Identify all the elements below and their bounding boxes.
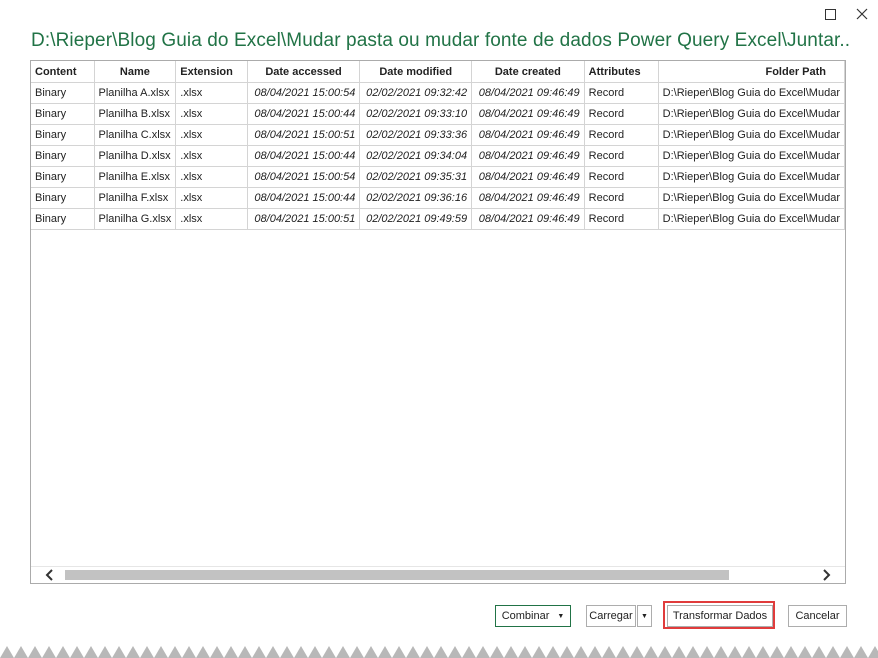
table-body: Binary Planilha A.xlsx .xlsx 08/04/2021 … (31, 82, 845, 230)
cell-extension: .xlsx (175, 166, 248, 188)
table-row[interactable]: Binary Planilha B.xlsx .xlsx 08/04/2021 … (31, 103, 845, 125)
cell-date-created: 08/04/2021 09:46:49 (471, 208, 585, 230)
cell-content: Binary (31, 103, 95, 125)
column-header-folder-path[interactable]: Folder Path (658, 61, 845, 83)
cancelar-button[interactable]: Cancelar (788, 605, 847, 627)
cell-extension: .xlsx (175, 187, 248, 209)
cell-attributes: Record (584, 187, 659, 209)
cell-date-accessed: 08/04/2021 15:00:44 (247, 103, 361, 125)
cell-date-modified: 02/02/2021 09:33:10 (359, 103, 473, 125)
cell-date-accessed: 08/04/2021 15:00:54 (247, 82, 361, 104)
cancelar-label: Cancelar (795, 610, 840, 622)
cell-content: Binary (31, 166, 95, 188)
carregar-label: Carregar (589, 610, 633, 622)
chevron-left-icon[interactable] (35, 567, 65, 583)
caret-down-icon: ▼ (557, 612, 565, 620)
table-row[interactable]: Binary Planilha F.xlsx .xlsx 08/04/2021 … (31, 187, 845, 209)
cell-folder-path: D:\Rieper\Blog Guia do Excel\Mudar (658, 145, 845, 167)
column-header-date-modified[interactable]: Date modified (359, 61, 473, 83)
combinar-button[interactable]: Combinar ▼ (495, 605, 571, 627)
cell-name: Planilha G.xlsx (94, 208, 177, 230)
cell-date-created: 08/04/2021 09:46:49 (471, 166, 585, 188)
transformar-dados-button[interactable]: Transformar Dados (667, 605, 773, 627)
column-header-content[interactable]: Content (31, 61, 95, 83)
cell-date-accessed: 08/04/2021 15:00:44 (247, 145, 361, 167)
cell-date-modified: 02/02/2021 09:34:04 (359, 145, 473, 167)
combinar-label: Combinar (501, 610, 550, 622)
cell-folder-path: D:\Rieper\Blog Guia do Excel\Mudar (658, 103, 845, 125)
cell-date-created: 08/04/2021 09:46:49 (471, 124, 585, 146)
cell-content: Binary (31, 145, 95, 167)
cell-date-accessed: 08/04/2021 15:00:51 (247, 124, 361, 146)
carregar-dropdown-button[interactable]: ▼ (637, 605, 652, 627)
maximize-icon[interactable] (819, 4, 841, 24)
dialog-title: D:\Rieper\Blog Guia do Excel\Mudar pasta… (31, 30, 851, 51)
table-row[interactable]: Binary Planilha D.xlsx .xlsx 08/04/2021 … (31, 145, 845, 167)
cell-extension: .xlsx (175, 103, 248, 125)
cell-date-created: 08/04/2021 09:46:49 (471, 187, 585, 209)
cell-extension: .xlsx (175, 82, 248, 104)
cell-name: Planilha C.xlsx (94, 124, 177, 146)
cell-date-created: 08/04/2021 09:46:49 (471, 103, 585, 125)
cell-date-modified: 02/02/2021 09:36:16 (359, 187, 473, 209)
scrollbar-thumb[interactable] (65, 570, 729, 580)
table-header-row: Content Name Extension Date accessed Dat… (31, 61, 845, 83)
cell-extension: .xlsx (175, 208, 248, 230)
cell-attributes: Record (584, 124, 659, 146)
table-row[interactable]: Binary Planilha E.xlsx .xlsx 08/04/2021 … (31, 166, 845, 188)
table-row[interactable]: Binary Planilha A.xlsx .xlsx 08/04/2021 … (31, 82, 845, 104)
cell-content: Binary (31, 124, 95, 146)
cell-attributes: Record (584, 166, 659, 188)
cell-folder-path: D:\Rieper\Blog Guia do Excel\Mudar (658, 208, 845, 230)
cell-content: Binary (31, 82, 95, 104)
cell-name: Planilha D.xlsx (94, 145, 177, 167)
cell-folder-path: D:\Rieper\Blog Guia do Excel\Mudar (658, 82, 845, 104)
cell-date-modified: 02/02/2021 09:32:42 (359, 82, 473, 104)
cell-content: Binary (31, 187, 95, 209)
cell-attributes: Record (584, 82, 659, 104)
table-row[interactable]: Binary Planilha C.xlsx .xlsx 08/04/2021 … (31, 124, 845, 146)
cell-name: Planilha E.xlsx (94, 166, 177, 188)
close-icon[interactable] (851, 4, 873, 24)
column-header-attributes[interactable]: Attributes (584, 61, 659, 83)
cell-attributes: Record (584, 145, 659, 167)
caret-down-icon: ▼ (641, 612, 648, 620)
cell-folder-path: D:\Rieper\Blog Guia do Excel\Mudar (658, 187, 845, 209)
cell-date-modified: 02/02/2021 09:33:36 (359, 124, 473, 146)
column-header-date-created[interactable]: Date created (471, 61, 585, 83)
carregar-button[interactable]: Carregar (586, 605, 636, 627)
navigator-dialog: D:\Rieper\Blog Guia do Excel\Mudar pasta… (0, 0, 878, 658)
cell-name: Planilha B.xlsx (94, 103, 177, 125)
column-header-name[interactable]: Name (94, 61, 177, 83)
transformar-dados-label: Transformar Dados (672, 610, 768, 622)
cell-name: Planilha F.xlsx (94, 187, 177, 209)
cell-date-accessed: 08/04/2021 15:00:44 (247, 187, 361, 209)
cell-name: Planilha A.xlsx (94, 82, 177, 104)
torn-edge-decoration (0, 646, 878, 658)
cell-date-created: 08/04/2021 09:46:49 (471, 145, 585, 167)
cell-date-modified: 02/02/2021 09:49:59 (359, 208, 473, 230)
cell-attributes: Record (584, 208, 659, 230)
table-row[interactable]: Binary Planilha G.xlsx .xlsx 08/04/2021 … (31, 208, 845, 230)
cell-date-accessed: 08/04/2021 15:00:51 (247, 208, 361, 230)
horizontal-scrollbar[interactable] (31, 566, 845, 583)
chevron-right-icon[interactable] (811, 567, 841, 583)
preview-table: Content Name Extension Date accessed Dat… (31, 61, 845, 230)
column-header-date-accessed[interactable]: Date accessed (247, 61, 361, 83)
cell-attributes: Record (584, 103, 659, 125)
cell-folder-path: D:\Rieper\Blog Guia do Excel\Mudar (658, 166, 845, 188)
cell-extension: .xlsx (175, 145, 248, 167)
cell-folder-path: D:\Rieper\Blog Guia do Excel\Mudar (658, 124, 845, 146)
cell-date-created: 08/04/2021 09:46:49 (471, 82, 585, 104)
data-preview-grid[interactable]: Content Name Extension Date accessed Dat… (30, 60, 846, 584)
cell-date-modified: 02/02/2021 09:35:31 (359, 166, 473, 188)
column-header-extension[interactable]: Extension (175, 61, 248, 83)
cell-content: Binary (31, 208, 95, 230)
cell-extension: .xlsx (175, 124, 248, 146)
cell-date-accessed: 08/04/2021 15:00:54 (247, 166, 361, 188)
